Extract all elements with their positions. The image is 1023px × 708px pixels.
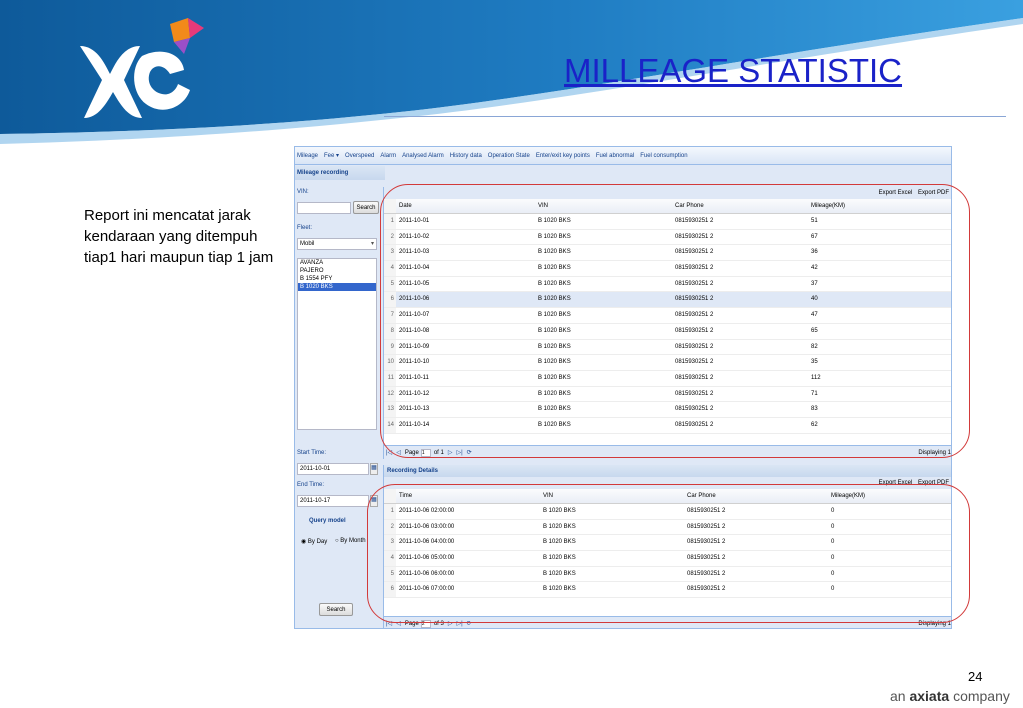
fleet-label: Fleet:: [297, 225, 313, 231]
menu-item[interactable]: Fuel consumption: [640, 153, 687, 159]
menu-item[interactable]: Mileage: [297, 153, 318, 159]
brand-name: axiata: [909, 688, 950, 704]
brand-prefix: an: [890, 688, 906, 704]
vehicle-list[interactable]: AVANZA PAJERO B 1554 PFY B 1020 BKS: [297, 258, 377, 430]
slide: MILLEAGE STATISTIC Report ini mencatat j…: [0, 0, 1023, 708]
start-time-input[interactable]: 2011-10-01: [297, 463, 369, 475]
fleet-select-value: Mobil: [300, 241, 315, 247]
end-time-input[interactable]: 2011-10-17: [297, 495, 369, 507]
axiata-logo: an axiata company: [890, 688, 1010, 704]
menu-item[interactable]: Overspeed: [345, 153, 374, 159]
page-number: 24: [968, 669, 983, 684]
vehicle-list-item[interactable]: AVANZA: [298, 259, 376, 267]
vehicle-list-item[interactable]: PAJERO: [298, 267, 376, 275]
by-day-label: By Day: [307, 539, 328, 545]
annotation-oval-bottom: [367, 484, 970, 623]
title-divider: [384, 116, 1006, 117]
app-menubar: Mileage Fee ▾ Overspeed Alarm Analysed Alarm…: [295, 147, 951, 165]
menu-item[interactable]: Fee ▾: [324, 152, 339, 159]
by-day-radio[interactable]: ◉ By Day: [301, 538, 327, 545]
menu-item[interactable]: Enter/exit key points: [536, 153, 590, 159]
end-time-label: End Time:: [297, 482, 325, 488]
chevron-down-icon[interactable]: ▾: [371, 239, 374, 249]
menu-item[interactable]: Fuel abnormal: [596, 153, 634, 159]
vehicle-list-item[interactable]: B 1020 BKS: [298, 283, 376, 291]
annotation-oval-top: [380, 184, 970, 458]
panel-title: Mileage recording: [295, 166, 385, 180]
slide-description: Report ini mencatat jarak kendaraan yang…: [84, 207, 274, 266]
vin-input[interactable]: [297, 202, 351, 214]
by-month-radio[interactable]: ○ By Month: [335, 538, 366, 544]
menu-item[interactable]: Alarm: [380, 153, 396, 159]
xl-logo: [80, 18, 204, 118]
brand-suffix: company: [953, 688, 1010, 704]
query-model-label: Query model: [309, 518, 346, 524]
menu-item[interactable]: History data: [450, 153, 482, 159]
menu-item[interactable]: Analysed Alarm: [402, 153, 444, 159]
menu-item[interactable]: Operation State: [488, 153, 530, 159]
fleet-select[interactable]: Mobil ▾: [297, 238, 377, 250]
calendar-icon[interactable]: ▦: [370, 463, 378, 475]
slide-title[interactable]: MILLEAGE STATISTIC: [564, 52, 902, 90]
vehicle-list-item[interactable]: B 1554 PFY: [298, 275, 376, 283]
search-button[interactable]: Search: [319, 603, 353, 616]
by-month-label: By Month: [340, 538, 366, 544]
vin-search-button[interactable]: Search: [353, 201, 379, 214]
vin-label: VIN:: [297, 189, 309, 195]
detail-grid-title: Recording Details: [384, 465, 951, 477]
start-time-label: Start Time:: [297, 450, 327, 456]
